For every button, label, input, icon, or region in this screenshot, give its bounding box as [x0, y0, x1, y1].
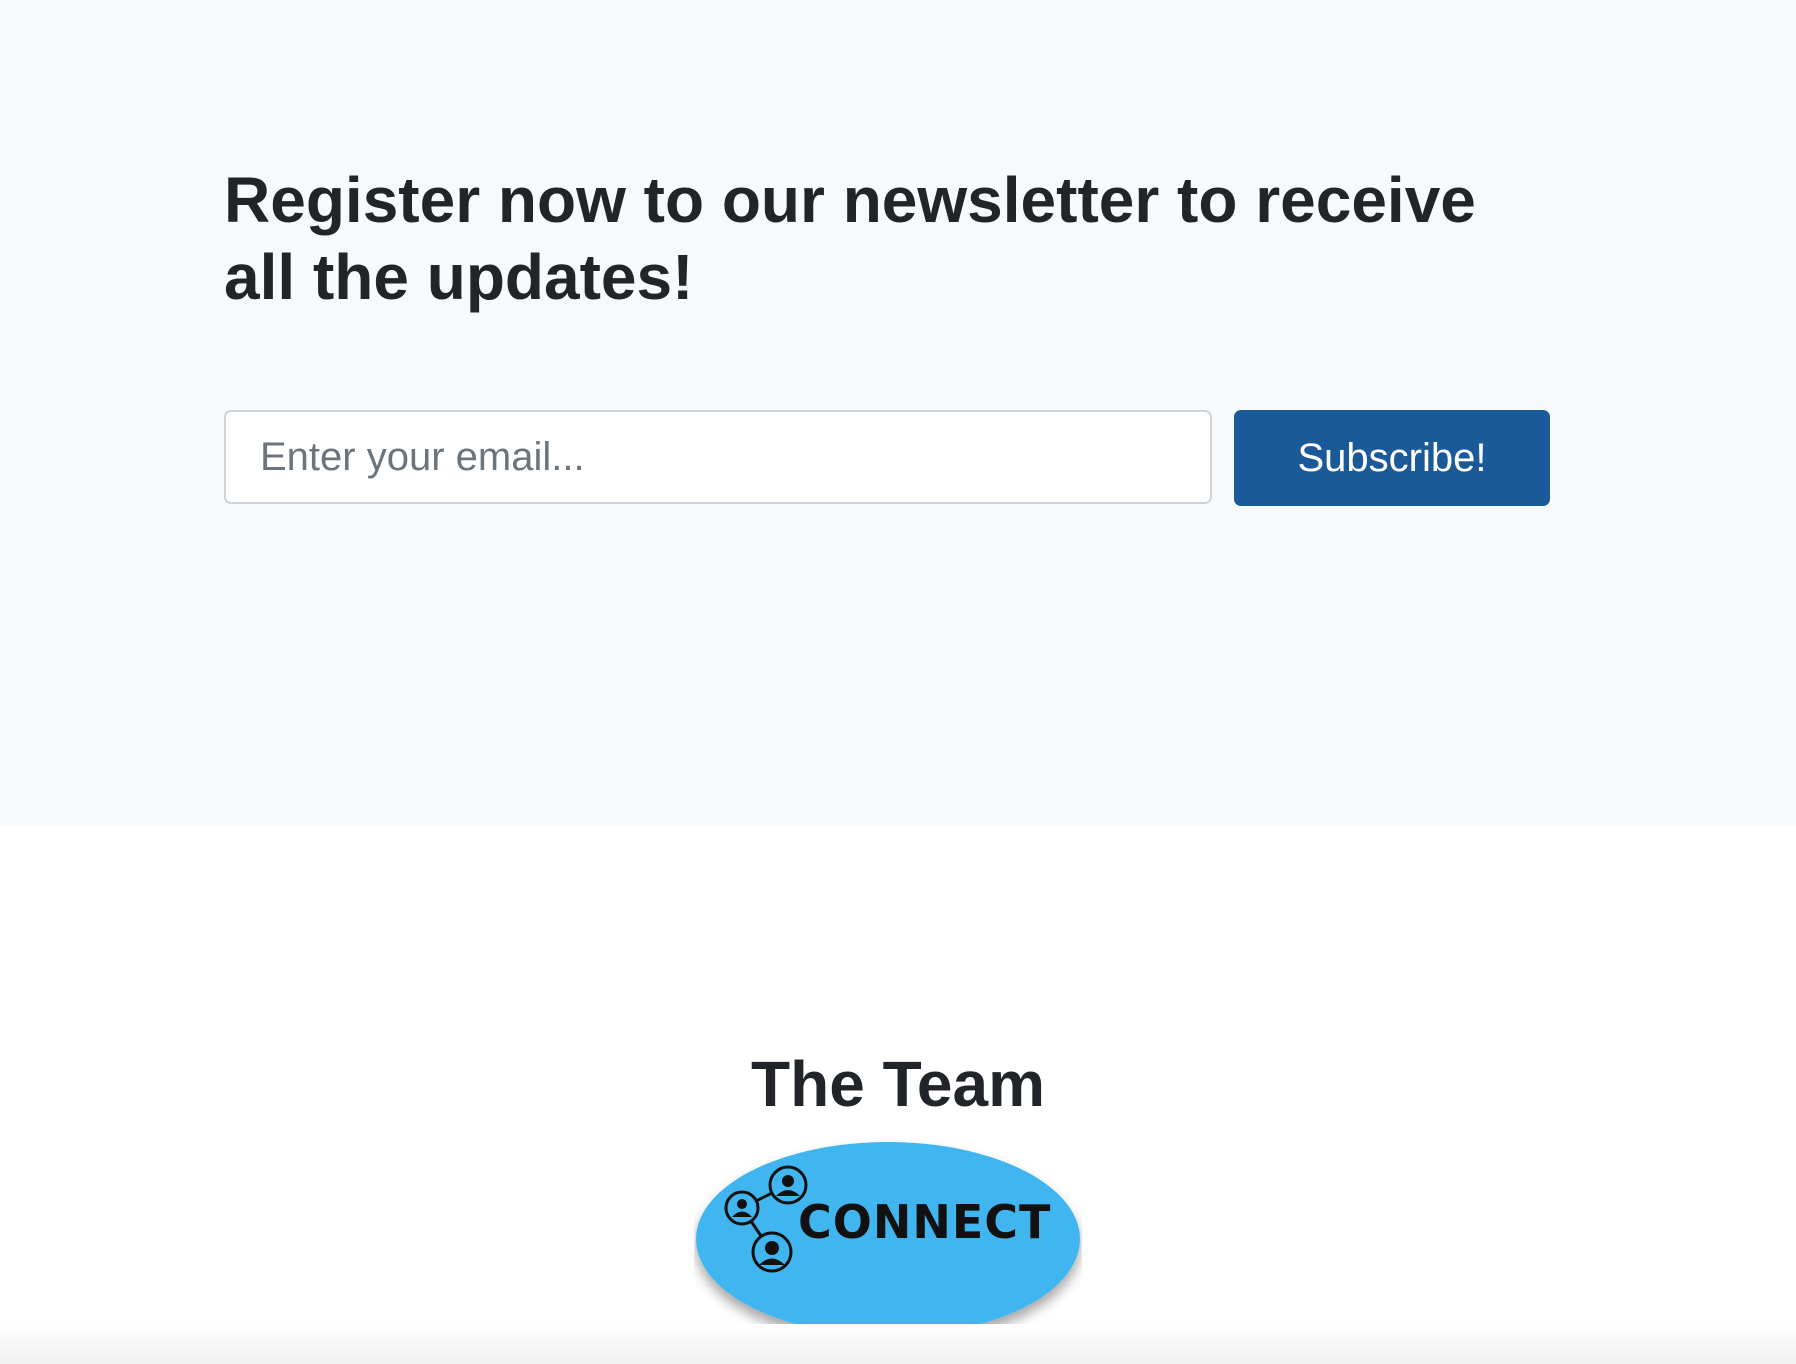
team-section: The Team CONNECT [0, 826, 1796, 1364]
newsletter-title: Register now to our newsletter to receiv… [224, 164, 1476, 313]
bottom-fade [0, 1324, 1796, 1364]
team-title: The Team [751, 1048, 1045, 1120]
connect-logo: CONNECT [694, 1140, 1082, 1346]
person-icon [751, 1231, 793, 1273]
person-icon [724, 1190, 760, 1226]
newsletter-section: Register now to our newsletter to receiv… [0, 0, 1796, 826]
email-input[interactable] [224, 410, 1212, 504]
subscribe-button[interactable]: Subscribe! [1234, 410, 1550, 506]
logo-text: CONNECT [798, 1195, 1051, 1249]
